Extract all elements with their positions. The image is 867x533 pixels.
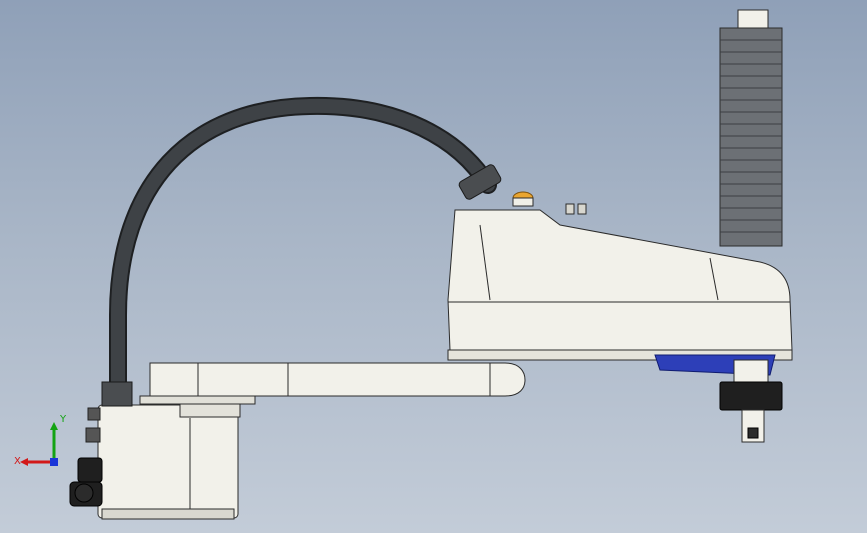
z-axis-marker — [50, 458, 58, 466]
triad-arrows — [20, 422, 58, 466]
arm-link-1[interactable] — [139, 362, 526, 405]
indicator-lamp — [512, 191, 534, 207]
x-axis-head — [20, 458, 28, 466]
x-axis-label: X — [14, 456, 21, 467]
bellows-shaft[interactable] — [719, 9, 783, 443]
graphics-viewport[interactable]: Y X — [0, 0, 867, 533]
y-axis-head — [50, 422, 58, 430]
y-axis-label: Y — [60, 414, 67, 425]
robot-base[interactable] — [97, 402, 241, 520]
cable-duct — [101, 96, 502, 407]
coordinate-triad: Y X — [14, 410, 84, 480]
robot-model[interactable] — [0, 0, 867, 533]
